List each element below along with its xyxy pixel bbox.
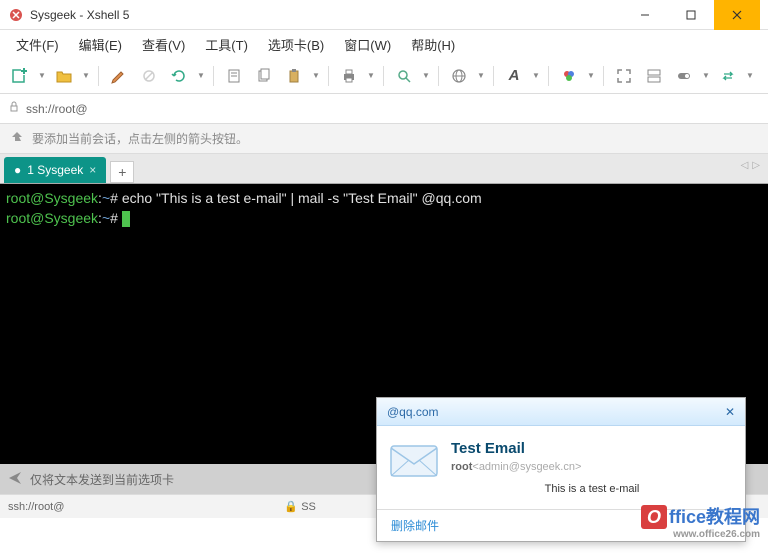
compose-placeholder[interactable]: 仅将文本发送到当前选项卡 bbox=[30, 471, 174, 488]
notification-footer: 删除邮件 bbox=[377, 509, 745, 541]
prompt-user: root@Sysgeek bbox=[6, 190, 98, 206]
tab-sysgeek[interactable]: ● 1 Sysgeek × bbox=[4, 157, 106, 183]
status-ssh: 🔒 SS bbox=[284, 500, 315, 513]
window-title: Sysgeek - Xshell 5 bbox=[30, 8, 622, 22]
terminal-line: root@Sysgeek:~# echo "This is a test e-m… bbox=[6, 188, 762, 208]
dropdown-icon[interactable]: ▼ bbox=[38, 71, 46, 80]
minimize-button[interactable] bbox=[622, 0, 668, 30]
tab-label: 1 Sysgeek bbox=[27, 163, 83, 177]
notification-body[interactable]: Test Email root<admin@sysgeek.cn> This i… bbox=[377, 426, 745, 509]
font-icon[interactable]: A bbox=[502, 64, 526, 88]
open-icon[interactable] bbox=[52, 64, 76, 88]
menu-tabs[interactable]: 选项卡(B) bbox=[260, 31, 332, 58]
menu-bar: 文件(F) 编辑(E) 查看(V) 工具(T) 选项卡(B) 窗口(W) 帮助(… bbox=[0, 30, 768, 58]
menu-edit[interactable]: 编辑(E) bbox=[71, 31, 130, 58]
separator bbox=[383, 66, 384, 86]
lock-icon bbox=[8, 101, 20, 116]
dropdown-icon[interactable]: ▼ bbox=[477, 71, 485, 80]
cursor bbox=[122, 211, 130, 227]
dropdown-icon[interactable]: ▼ bbox=[702, 71, 710, 80]
find-icon[interactable] bbox=[392, 64, 416, 88]
tab-nav: ◁ ▷ bbox=[741, 160, 760, 171]
envelope-icon bbox=[389, 440, 439, 480]
menu-file[interactable]: 文件(F) bbox=[8, 31, 67, 58]
terminal-command: echo "This is a test e-mail" | mail -s "… bbox=[122, 190, 482, 206]
edit-icon[interactable] bbox=[107, 64, 131, 88]
properties-icon[interactable] bbox=[222, 64, 246, 88]
menu-view[interactable]: 查看(V) bbox=[134, 31, 193, 58]
dropdown-icon[interactable]: ▼ bbox=[82, 71, 90, 80]
tab-add-button[interactable]: + bbox=[110, 161, 134, 183]
paste-icon[interactable] bbox=[282, 64, 306, 88]
tab-close-icon[interactable]: × bbox=[89, 163, 96, 177]
separator bbox=[328, 66, 329, 86]
send-icon[interactable] bbox=[8, 471, 22, 488]
dropdown-icon[interactable]: ▼ bbox=[367, 71, 375, 80]
notification-from: @qq.com bbox=[387, 405, 725, 419]
color-icon[interactable] bbox=[557, 64, 581, 88]
close-button[interactable] bbox=[714, 0, 760, 30]
dropdown-icon[interactable]: ▼ bbox=[532, 71, 540, 80]
separator bbox=[213, 66, 214, 86]
hint-bar: 要添加当前会话，点击左侧的箭头按钮。 bbox=[0, 124, 768, 154]
tab-bar: ● 1 Sysgeek × + ◁ ▷ bbox=[0, 154, 768, 184]
maximize-button[interactable] bbox=[668, 0, 714, 30]
disconnect-icon[interactable] bbox=[137, 64, 161, 88]
notification-preview: This is a test e-mail bbox=[451, 483, 733, 495]
tab-next-icon[interactable]: ▷ bbox=[752, 160, 760, 171]
separator bbox=[548, 66, 549, 86]
mail-notification: @qq.com ✕ Test Email root<admin@sysgeek.… bbox=[376, 397, 746, 542]
prompt-symbol: # bbox=[110, 210, 118, 226]
prompt-path: ~ bbox=[102, 210, 110, 226]
active-indicator-icon: ● bbox=[14, 163, 21, 177]
menu-help[interactable]: 帮助(H) bbox=[403, 31, 463, 58]
dropdown-icon[interactable]: ▼ bbox=[746, 71, 754, 80]
menu-window[interactable]: 窗口(W) bbox=[336, 31, 399, 58]
prompt-symbol: # bbox=[110, 190, 118, 206]
notification-close-icon[interactable]: ✕ bbox=[725, 405, 735, 419]
reconnect-icon[interactable] bbox=[167, 64, 191, 88]
dropdown-icon[interactable]: ▼ bbox=[197, 71, 205, 80]
globe-icon[interactable] bbox=[447, 64, 471, 88]
notification-header: @qq.com ✕ bbox=[377, 398, 745, 426]
copy-icon[interactable] bbox=[252, 64, 276, 88]
terminal-line: root@Sysgeek:~# bbox=[6, 208, 762, 228]
toolbar: ▼ ▼ ▼ ▼ ▼ ▼ ▼ A ▼ ▼ ▼ ▼ bbox=[0, 58, 768, 94]
transfer-icon[interactable] bbox=[716, 64, 740, 88]
app-icon bbox=[8, 7, 24, 23]
title-bar: Sysgeek - Xshell 5 bbox=[0, 0, 768, 30]
separator bbox=[98, 66, 99, 86]
fullscreen-icon[interactable] bbox=[612, 64, 636, 88]
prompt-user: root@Sysgeek bbox=[6, 210, 98, 226]
prompt-path: ~ bbox=[102, 190, 110, 206]
print-icon[interactable] bbox=[337, 64, 361, 88]
address-bar: ssh://root@ bbox=[0, 94, 768, 124]
separator bbox=[603, 66, 604, 86]
toggle-icon[interactable] bbox=[672, 64, 696, 88]
notification-sender: root<admin@sysgeek.cn> bbox=[451, 461, 733, 473]
dropdown-icon[interactable]: ▼ bbox=[587, 71, 595, 80]
new-session-icon[interactable] bbox=[8, 64, 32, 88]
tab-prev-icon[interactable]: ◁ bbox=[741, 160, 749, 171]
separator bbox=[493, 66, 494, 86]
status-connection: ssh://root@ bbox=[8, 501, 64, 513]
layout-icon[interactable] bbox=[642, 64, 666, 88]
delete-mail-link[interactable]: 删除邮件 bbox=[391, 517, 439, 534]
arrow-icon[interactable] bbox=[10, 130, 24, 147]
address-url[interactable]: ssh://root@ bbox=[26, 102, 760, 116]
hint-text: 要添加当前会话，点击左侧的箭头按钮。 bbox=[32, 130, 248, 147]
dropdown-icon[interactable]: ▼ bbox=[312, 71, 320, 80]
dropdown-icon[interactable]: ▼ bbox=[422, 71, 430, 80]
menu-tools[interactable]: 工具(T) bbox=[197, 31, 256, 58]
separator bbox=[438, 66, 439, 86]
notification-subject: Test Email bbox=[451, 440, 733, 457]
